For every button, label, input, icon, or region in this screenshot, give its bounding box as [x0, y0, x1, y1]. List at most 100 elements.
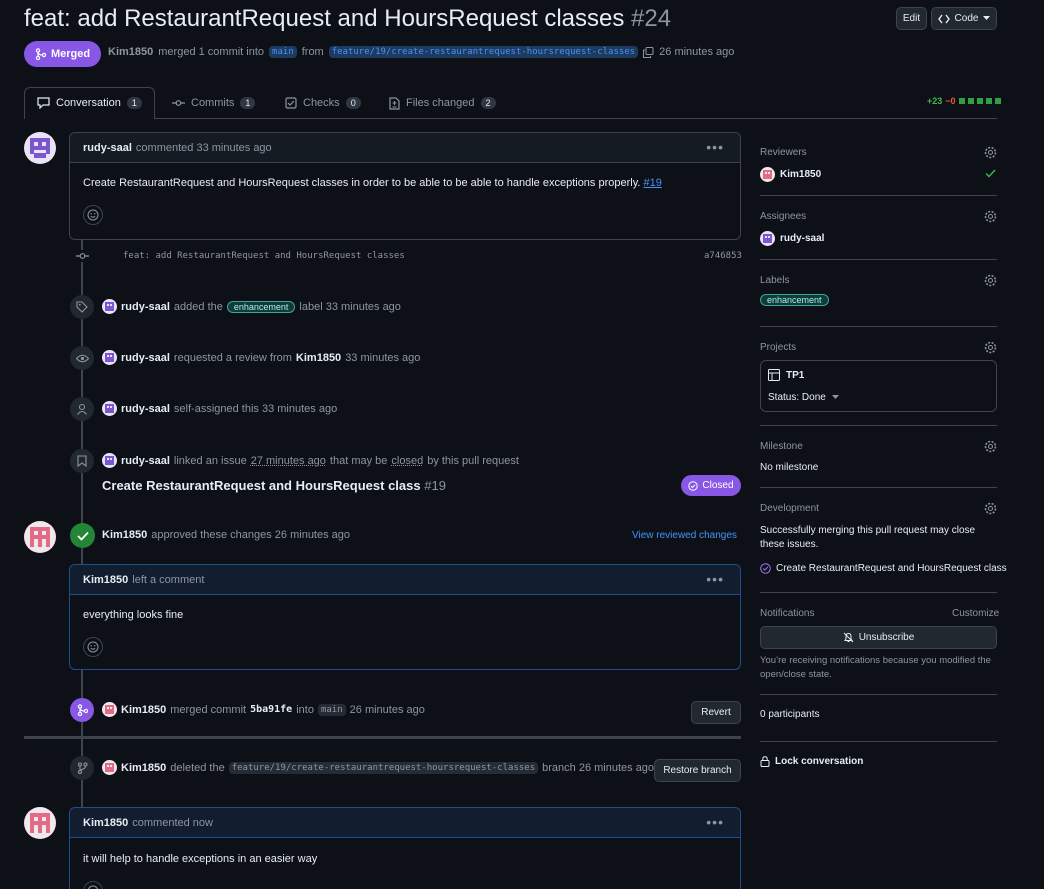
code-button-label: Code — [954, 13, 979, 24]
view-reviewed-changes-link[interactable]: View reviewed changes — [632, 530, 737, 541]
tab-counter: 1 — [240, 97, 256, 109]
review-event: Kim1850 approved these changes 26 minute… — [102, 529, 350, 541]
review-comment-card: Kim1850 left a comment ••• everything lo… — [69, 564, 741, 670]
avatar[interactable] — [102, 350, 117, 365]
event-text: self-assigned this 33 minutes ago — [173, 402, 338, 415]
event-actor[interactable]: Kim1850 — [121, 762, 166, 774]
comment-author[interactable]: rudy-saal — [83, 142, 132, 154]
unsubscribe-label: Unsubscribe — [858, 632, 915, 643]
unsubscribe-button[interactable]: Unsubscribe — [760, 626, 997, 649]
comment-author[interactable]: Kim1850 — [83, 817, 128, 829]
avatar[interactable] — [102, 702, 117, 717]
linked-issue-title[interactable]: Create RestaurantRequest and HoursReques… — [102, 478, 421, 493]
linked-issue-number: #19 — [424, 478, 446, 493]
avatar[interactable] — [102, 299, 117, 314]
assignee-row[interactable]: rudy-saal — [760, 231, 824, 246]
bell-slash-icon — [843, 632, 854, 643]
code-icon — [937, 14, 950, 24]
sidebar-development-title: Development — [760, 503, 819, 514]
gear-icon[interactable] — [984, 502, 997, 515]
avatar[interactable] — [102, 401, 117, 416]
file-diff-icon — [389, 96, 400, 110]
event-time[interactable]: 26 minutes ago — [350, 704, 425, 716]
event-closed-word: closed — [391, 454, 424, 467]
label-badge[interactable]: enhancement — [226, 300, 296, 313]
participants-count: 0 participants — [760, 709, 820, 720]
tab-commits[interactable]: Commits 1 — [172, 93, 256, 113]
event-actor[interactable]: rudy-saal — [121, 301, 170, 313]
restore-branch-button[interactable]: Restore branch — [654, 759, 741, 782]
add-reaction-button[interactable] — [83, 881, 103, 889]
comment-meta[interactable]: commented 33 minutes ago — [136, 142, 272, 154]
avatar[interactable] — [24, 521, 56, 553]
gear-icon[interactable] — [984, 146, 997, 159]
more-options-icon[interactable]: ••• — [706, 814, 724, 830]
reviewer-row[interactable]: Kim1850 — [760, 167, 821, 182]
comment-meta[interactable]: commented now — [132, 817, 213, 829]
event-text: label 33 minutes ago — [299, 300, 401, 313]
event-actor[interactable]: rudy-saal — [121, 455, 170, 467]
more-options-icon[interactable]: ••• — [706, 139, 724, 155]
more-options-icon[interactable]: ••• — [706, 571, 724, 587]
chevron-down-icon — [831, 395, 839, 400]
checklist-icon — [285, 97, 297, 109]
comment-body: it will help to handle exceptions in an … — [83, 853, 318, 865]
event-actor[interactable]: rudy-saal — [121, 352, 170, 364]
reviewer-name[interactable]: Kim1850 — [780, 169, 821, 180]
event-actor[interactable]: Kim1850 — [121, 704, 166, 716]
avatar[interactable] — [24, 807, 56, 839]
event-text[interactable]: approved these changes 26 minutes ago — [151, 529, 350, 541]
project-card[interactable]: TP1 Status: Done — [760, 360, 997, 412]
assignee-name[interactable]: rudy-saal — [780, 233, 824, 244]
avatar[interactable] — [102, 760, 117, 775]
event-actor[interactable]: Kim1850 — [102, 529, 147, 541]
gear-icon[interactable] — [984, 341, 997, 354]
merge-base-branch[interactable]: main — [317, 703, 346, 716]
issue-link[interactable]: #19 — [644, 177, 662, 189]
add-reaction-button[interactable] — [83, 637, 103, 657]
development-issue[interactable]: Create RestaurantRequest and HoursReques… — [760, 563, 1007, 574]
check-circle-icon — [760, 563, 771, 574]
base-branch[interactable]: main — [269, 46, 297, 58]
avatar[interactable] — [24, 132, 56, 164]
lock-icon — [760, 756, 770, 767]
gear-icon[interactable] — [984, 440, 997, 453]
delete-branch-event: Kim1850 deleted the feature/19/create-re… — [102, 760, 654, 775]
sidebar-divider — [760, 487, 997, 488]
label-badge[interactable]: enhancement — [760, 294, 829, 306]
event-target[interactable]: Kim1850 — [296, 352, 341, 364]
tab-conversation[interactable]: Conversation 1 — [37, 93, 142, 113]
project-name[interactable]: TP1 — [786, 370, 804, 381]
commit-message[interactable]: feat: add RestaurantRequest and HoursReq… — [123, 251, 405, 261]
label-row[interactable]: enhancement — [760, 294, 829, 306]
lock-conversation-link[interactable]: Lock conversation — [760, 756, 863, 767]
head-branch[interactable]: feature/19/create-restaurantrequest-hour… — [328, 46, 639, 58]
deletions-count: −0 — [945, 96, 956, 106]
project-status[interactable]: Status: Done — [768, 392, 839, 403]
copy-icon[interactable] — [643, 46, 654, 58]
comment-author[interactable]: Kim1850 — [83, 574, 128, 586]
revert-button[interactable]: Revert — [691, 701, 741, 724]
gear-icon[interactable] — [984, 210, 997, 223]
avatar[interactable] — [102, 453, 117, 468]
event-text: added the — [173, 300, 223, 313]
event-actor[interactable]: rudy-saal — [121, 403, 170, 415]
edit-button[interactable]: Edit — [896, 7, 927, 30]
tab-files-changed[interactable]: Files changed 2 — [389, 93, 496, 113]
status-badge: Merged — [24, 41, 101, 67]
gear-icon[interactable] — [984, 274, 997, 287]
milestone-value: No milestone — [760, 462, 819, 473]
customize-link[interactable]: Customize — [952, 608, 999, 619]
comment-meta: left a comment — [132, 573, 205, 586]
linked-issue[interactable]: Create RestaurantRequest and HoursReques… — [102, 478, 446, 493]
add-reaction-button[interactable] — [83, 205, 103, 225]
pr-number: #24 — [631, 5, 672, 32]
event-time[interactable]: 27 minutes ago — [251, 455, 326, 467]
tab-checks[interactable]: Checks 0 — [285, 93, 361, 113]
code-button[interactable]: Code — [931, 7, 997, 30]
development-issue-title[interactable]: Create RestaurantRequest and HoursReques… — [776, 563, 1007, 574]
merger-link[interactable]: Kim1850 — [108, 46, 153, 58]
approved-check-icon — [70, 523, 95, 548]
merge-commit-sha[interactable]: 5ba91fe — [250, 704, 292, 715]
commit-sha[interactable]: a746853 — [704, 251, 742, 261]
